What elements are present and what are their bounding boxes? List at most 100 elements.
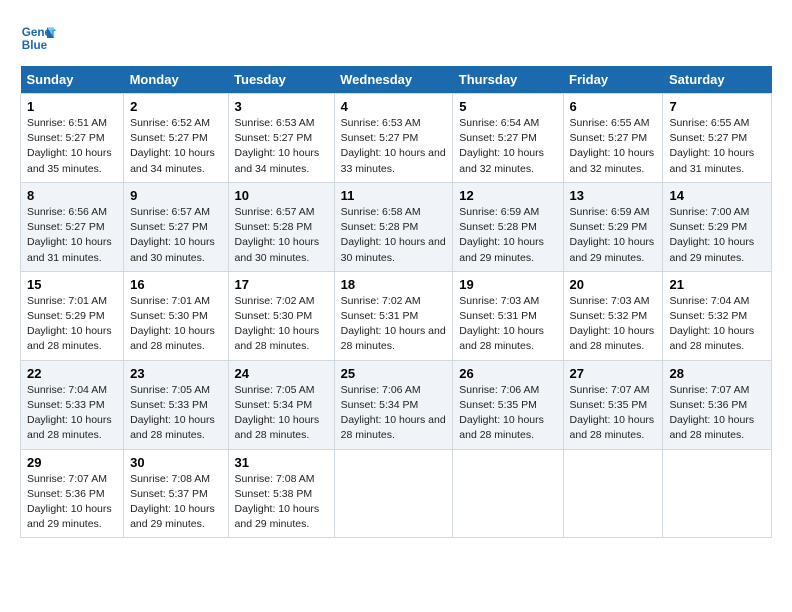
weekday-header-saturday: Saturday [663, 66, 772, 94]
calendar-cell: 23 Sunrise: 7:05 AM Sunset: 5:33 PM Dayl… [124, 360, 228, 449]
day-info: Sunrise: 6:55 AM Sunset: 5:27 PM Dayligh… [669, 116, 765, 177]
calendar-week-row: 1 Sunrise: 6:51 AM Sunset: 5:27 PM Dayli… [21, 94, 772, 183]
day-info: Sunrise: 6:57 AM Sunset: 5:27 PM Dayligh… [130, 205, 221, 266]
calendar-cell [453, 449, 563, 538]
weekday-header-thursday: Thursday [453, 66, 563, 94]
day-info: Sunrise: 7:01 AM Sunset: 5:29 PM Dayligh… [27, 294, 117, 355]
day-info: Sunrise: 6:51 AM Sunset: 5:27 PM Dayligh… [27, 116, 117, 177]
calendar-week-row: 8 Sunrise: 6:56 AM Sunset: 5:27 PM Dayli… [21, 182, 772, 271]
day-number: 19 [459, 277, 556, 292]
day-number: 15 [27, 277, 117, 292]
calendar-cell: 5 Sunrise: 6:54 AM Sunset: 5:27 PM Dayli… [453, 94, 563, 183]
calendar-cell: 2 Sunrise: 6:52 AM Sunset: 5:27 PM Dayli… [124, 94, 228, 183]
day-number: 18 [341, 277, 447, 292]
day-info: Sunrise: 7:08 AM Sunset: 5:37 PM Dayligh… [130, 472, 221, 533]
day-info: Sunrise: 6:55 AM Sunset: 5:27 PM Dayligh… [570, 116, 657, 177]
day-number: 24 [235, 366, 328, 381]
calendar-week-row: 22 Sunrise: 7:04 AM Sunset: 5:33 PM Dayl… [21, 360, 772, 449]
day-number: 9 [130, 188, 221, 203]
calendar-cell: 24 Sunrise: 7:05 AM Sunset: 5:34 PM Dayl… [228, 360, 334, 449]
day-number: 27 [570, 366, 657, 381]
day-info: Sunrise: 7:08 AM Sunset: 5:38 PM Dayligh… [235, 472, 328, 533]
calendar-cell: 31 Sunrise: 7:08 AM Sunset: 5:38 PM Dayl… [228, 449, 334, 538]
weekday-header-tuesday: Tuesday [228, 66, 334, 94]
day-number: 25 [341, 366, 447, 381]
day-info: Sunrise: 7:07 AM Sunset: 5:36 PM Dayligh… [27, 472, 117, 533]
day-info: Sunrise: 7:06 AM Sunset: 5:34 PM Dayligh… [341, 383, 447, 444]
day-number: 29 [27, 455, 117, 470]
day-info: Sunrise: 6:52 AM Sunset: 5:27 PM Dayligh… [130, 116, 221, 177]
weekday-header-friday: Friday [563, 66, 663, 94]
calendar-header: SundayMondayTuesdayWednesdayThursdayFrid… [21, 66, 772, 94]
page-header: General Blue [20, 20, 772, 56]
calendar-cell [334, 449, 453, 538]
calendar-cell: 15 Sunrise: 7:01 AM Sunset: 5:29 PM Dayl… [21, 271, 124, 360]
calendar-cell [563, 449, 663, 538]
calendar-cell: 6 Sunrise: 6:55 AM Sunset: 5:27 PM Dayli… [563, 94, 663, 183]
calendar-cell: 13 Sunrise: 6:59 AM Sunset: 5:29 PM Dayl… [563, 182, 663, 271]
calendar-cell: 11 Sunrise: 6:58 AM Sunset: 5:28 PM Dayl… [334, 182, 453, 271]
day-info: Sunrise: 6:56 AM Sunset: 5:27 PM Dayligh… [27, 205, 117, 266]
day-number: 4 [341, 99, 447, 114]
day-info: Sunrise: 7:05 AM Sunset: 5:33 PM Dayligh… [130, 383, 221, 444]
calendar-cell: 10 Sunrise: 6:57 AM Sunset: 5:28 PM Dayl… [228, 182, 334, 271]
weekday-header-monday: Monday [124, 66, 228, 94]
calendar-cell: 21 Sunrise: 7:04 AM Sunset: 5:32 PM Dayl… [663, 271, 772, 360]
weekday-header-row: SundayMondayTuesdayWednesdayThursdayFrid… [21, 66, 772, 94]
day-info: Sunrise: 7:00 AM Sunset: 5:29 PM Dayligh… [669, 205, 765, 266]
day-info: Sunrise: 7:04 AM Sunset: 5:32 PM Dayligh… [669, 294, 765, 355]
day-number: 14 [669, 188, 765, 203]
day-info: Sunrise: 7:07 AM Sunset: 5:35 PM Dayligh… [570, 383, 657, 444]
calendar-cell: 12 Sunrise: 6:59 AM Sunset: 5:28 PM Dayl… [453, 182, 563, 271]
svg-text:Blue: Blue [22, 39, 48, 52]
day-number: 1 [27, 99, 117, 114]
calendar-cell: 30 Sunrise: 7:08 AM Sunset: 5:37 PM Dayl… [124, 449, 228, 538]
day-info: Sunrise: 7:03 AM Sunset: 5:32 PM Dayligh… [570, 294, 657, 355]
day-info: Sunrise: 7:03 AM Sunset: 5:31 PM Dayligh… [459, 294, 556, 355]
calendar-cell: 8 Sunrise: 6:56 AM Sunset: 5:27 PM Dayli… [21, 182, 124, 271]
logo-icon: General Blue [20, 20, 56, 56]
calendar-cell: 25 Sunrise: 7:06 AM Sunset: 5:34 PM Dayl… [334, 360, 453, 449]
weekday-header-wednesday: Wednesday [334, 66, 453, 94]
calendar-cell: 1 Sunrise: 6:51 AM Sunset: 5:27 PM Dayli… [21, 94, 124, 183]
day-number: 11 [341, 188, 447, 203]
day-number: 10 [235, 188, 328, 203]
calendar-cell: 22 Sunrise: 7:04 AM Sunset: 5:33 PM Dayl… [21, 360, 124, 449]
day-info: Sunrise: 6:58 AM Sunset: 5:28 PM Dayligh… [341, 205, 447, 266]
day-info: Sunrise: 6:53 AM Sunset: 5:27 PM Dayligh… [235, 116, 328, 177]
weekday-header-sunday: Sunday [21, 66, 124, 94]
logo: General Blue [20, 20, 56, 56]
day-number: 23 [130, 366, 221, 381]
calendar-cell: 26 Sunrise: 7:06 AM Sunset: 5:35 PM Dayl… [453, 360, 563, 449]
day-number: 26 [459, 366, 556, 381]
calendar-cell: 17 Sunrise: 7:02 AM Sunset: 5:30 PM Dayl… [228, 271, 334, 360]
day-number: 21 [669, 277, 765, 292]
day-info: Sunrise: 7:05 AM Sunset: 5:34 PM Dayligh… [235, 383, 328, 444]
calendar-cell: 29 Sunrise: 7:07 AM Sunset: 5:36 PM Dayl… [21, 449, 124, 538]
day-info: Sunrise: 6:59 AM Sunset: 5:29 PM Dayligh… [570, 205, 657, 266]
day-number: 30 [130, 455, 221, 470]
day-number: 22 [27, 366, 117, 381]
calendar-cell: 7 Sunrise: 6:55 AM Sunset: 5:27 PM Dayli… [663, 94, 772, 183]
day-number: 20 [570, 277, 657, 292]
day-info: Sunrise: 6:54 AM Sunset: 5:27 PM Dayligh… [459, 116, 556, 177]
day-number: 2 [130, 99, 221, 114]
day-info: Sunrise: 7:04 AM Sunset: 5:33 PM Dayligh… [27, 383, 117, 444]
day-number: 13 [570, 188, 657, 203]
day-info: Sunrise: 6:57 AM Sunset: 5:28 PM Dayligh… [235, 205, 328, 266]
calendar-week-row: 15 Sunrise: 7:01 AM Sunset: 5:29 PM Dayl… [21, 271, 772, 360]
day-number: 7 [669, 99, 765, 114]
calendar-body: 1 Sunrise: 6:51 AM Sunset: 5:27 PM Dayli… [21, 94, 772, 538]
calendar-week-row: 29 Sunrise: 7:07 AM Sunset: 5:36 PM Dayl… [21, 449, 772, 538]
calendar-cell: 16 Sunrise: 7:01 AM Sunset: 5:30 PM Dayl… [124, 271, 228, 360]
day-info: Sunrise: 7:01 AM Sunset: 5:30 PM Dayligh… [130, 294, 221, 355]
day-number: 28 [669, 366, 765, 381]
day-number: 8 [27, 188, 117, 203]
calendar-cell: 18 Sunrise: 7:02 AM Sunset: 5:31 PM Dayl… [334, 271, 453, 360]
day-number: 16 [130, 277, 221, 292]
calendar-cell: 20 Sunrise: 7:03 AM Sunset: 5:32 PM Dayl… [563, 271, 663, 360]
calendar-cell: 4 Sunrise: 6:53 AM Sunset: 5:27 PM Dayli… [334, 94, 453, 183]
day-info: Sunrise: 6:59 AM Sunset: 5:28 PM Dayligh… [459, 205, 556, 266]
day-info: Sunrise: 7:06 AM Sunset: 5:35 PM Dayligh… [459, 383, 556, 444]
calendar-table: SundayMondayTuesdayWednesdayThursdayFrid… [20, 66, 772, 538]
